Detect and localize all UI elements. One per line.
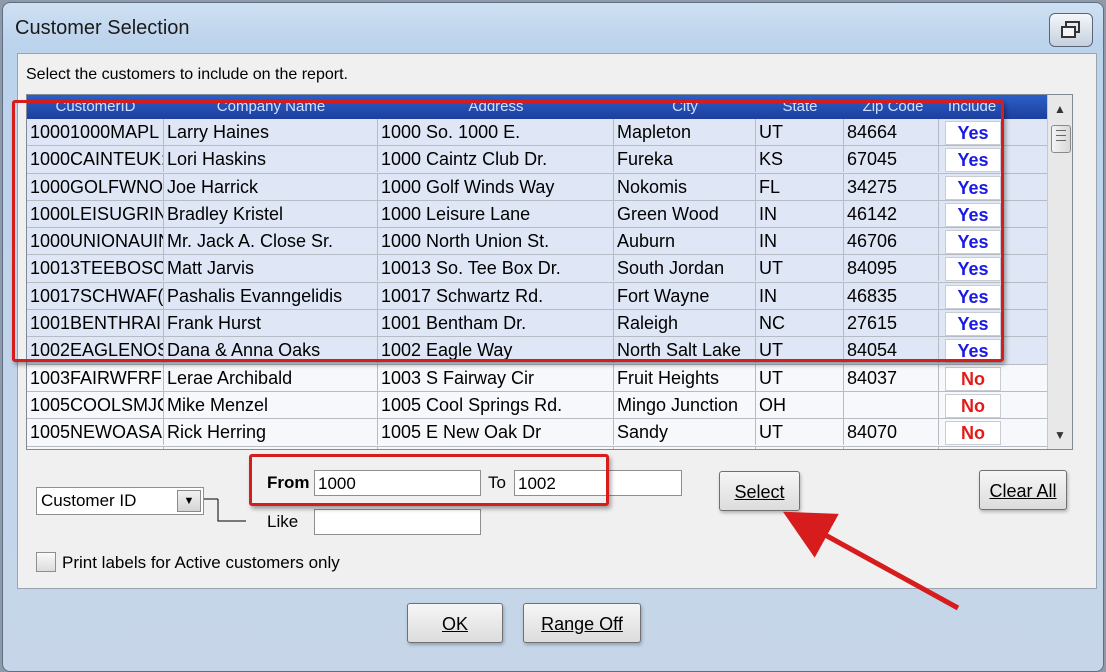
- like-label: Like: [267, 512, 299, 531]
- table-row[interactable]: 1003FAIRWFRF Lerae Archibald 1003 S Fairwa…: [27, 364, 1047, 392]
- field-select[interactable]: Customer ID ▼: [36, 487, 204, 515]
- table-row[interactable]: 1005COOLSMJC Mike Menzel 1005 Cool Springs…: [27, 391, 1047, 420]
- cell-customerid: 1006BOLIVSPW: [27, 446, 164, 449]
- ok-button[interactable]: OK: [407, 603, 503, 643]
- title-bar: Customer Selection: [3, 3, 1103, 51]
- cell-zip: 84070: [844, 419, 939, 446]
- cell-state: WA: [756, 446, 844, 449]
- include-toggle[interactable]: No: [945, 448, 1001, 449]
- window-title: Customer Selection: [15, 17, 190, 39]
- cell-company: Lerae Archibald: [164, 364, 378, 391]
- clear-all-button[interactable]: Clear All: [979, 470, 1067, 510]
- instruction-text: Select the customers to include on the r…: [26, 66, 348, 83]
- cell-city: Spokane: [614, 446, 756, 449]
- dialog-button-bar: OK Range Off: [3, 591, 1103, 671]
- cell-city: Fruit Heights: [614, 364, 756, 391]
- cell-city: Mingo Junction: [614, 391, 756, 418]
- cell-state: UT: [756, 364, 844, 391]
- cell-company: Rick Herring: [164, 419, 378, 446]
- chevron-down-icon[interactable]: ▼: [177, 490, 201, 512]
- cell-address: 1003 S Fairway Cir: [378, 364, 614, 391]
- cell-customerid: 1005COOLSMJC: [27, 391, 164, 418]
- cell-zip: 84037: [844, 364, 939, 391]
- cell-zip: 99216: [844, 446, 939, 449]
- table-row[interactable]: 1006BOLIVSPWHelen Pavlischek1006 No. Bol…: [27, 446, 1047, 449]
- table-row[interactable]: 1005NEWOASA Rick Herring 1005 E New Oak Dr…: [27, 419, 1047, 447]
- cell-state: UT: [756, 419, 844, 446]
- cell-city: Sandy: [614, 419, 756, 446]
- scroll-down-icon[interactable]: ▼: [1050, 425, 1070, 445]
- cell-address: 1005 Cool Springs Rd.: [378, 391, 614, 418]
- like-input[interactable]: [314, 509, 481, 535]
- cell-state: OH: [756, 391, 844, 418]
- bracket-connector: [204, 498, 246, 522]
- include-toggle[interactable]: No: [945, 366, 1001, 391]
- field-select-value: Customer ID: [41, 491, 137, 510]
- scroll-up-icon[interactable]: ▲: [1050, 99, 1070, 119]
- include-toggle[interactable]: No: [945, 421, 1001, 446]
- cell-zip: [844, 391, 939, 418]
- grid-scrollbar[interactable]: ▲ ▼: [1047, 95, 1072, 449]
- include-toggle[interactable]: No: [945, 393, 1001, 418]
- active-only-checkbox[interactable]: [36, 552, 56, 572]
- cell-customerid: 1003FAIRWFRF: [27, 364, 164, 391]
- cell-company: Mike Menzel: [164, 391, 378, 418]
- restore-icon: [1061, 21, 1080, 38]
- cell-company: Helen Pavlischek: [164, 446, 378, 449]
- scroll-thumb[interactable]: [1051, 125, 1071, 153]
- select-button[interactable]: Select: [719, 471, 800, 511]
- highlight-selected-rows: [12, 100, 1004, 362]
- range-off-button[interactable]: Range Off: [523, 603, 641, 643]
- cell-address: 1006 No. Bolivar Rd.: [378, 446, 614, 449]
- cell-address: 1005 E New Oak Dr: [378, 419, 614, 446]
- cell-customerid: 1005NEWOASA: [27, 419, 164, 446]
- restore-button[interactable]: [1049, 13, 1093, 47]
- highlight-range-inputs: [249, 454, 609, 506]
- active-only-label: Print labels for Active customers only: [62, 553, 340, 572]
